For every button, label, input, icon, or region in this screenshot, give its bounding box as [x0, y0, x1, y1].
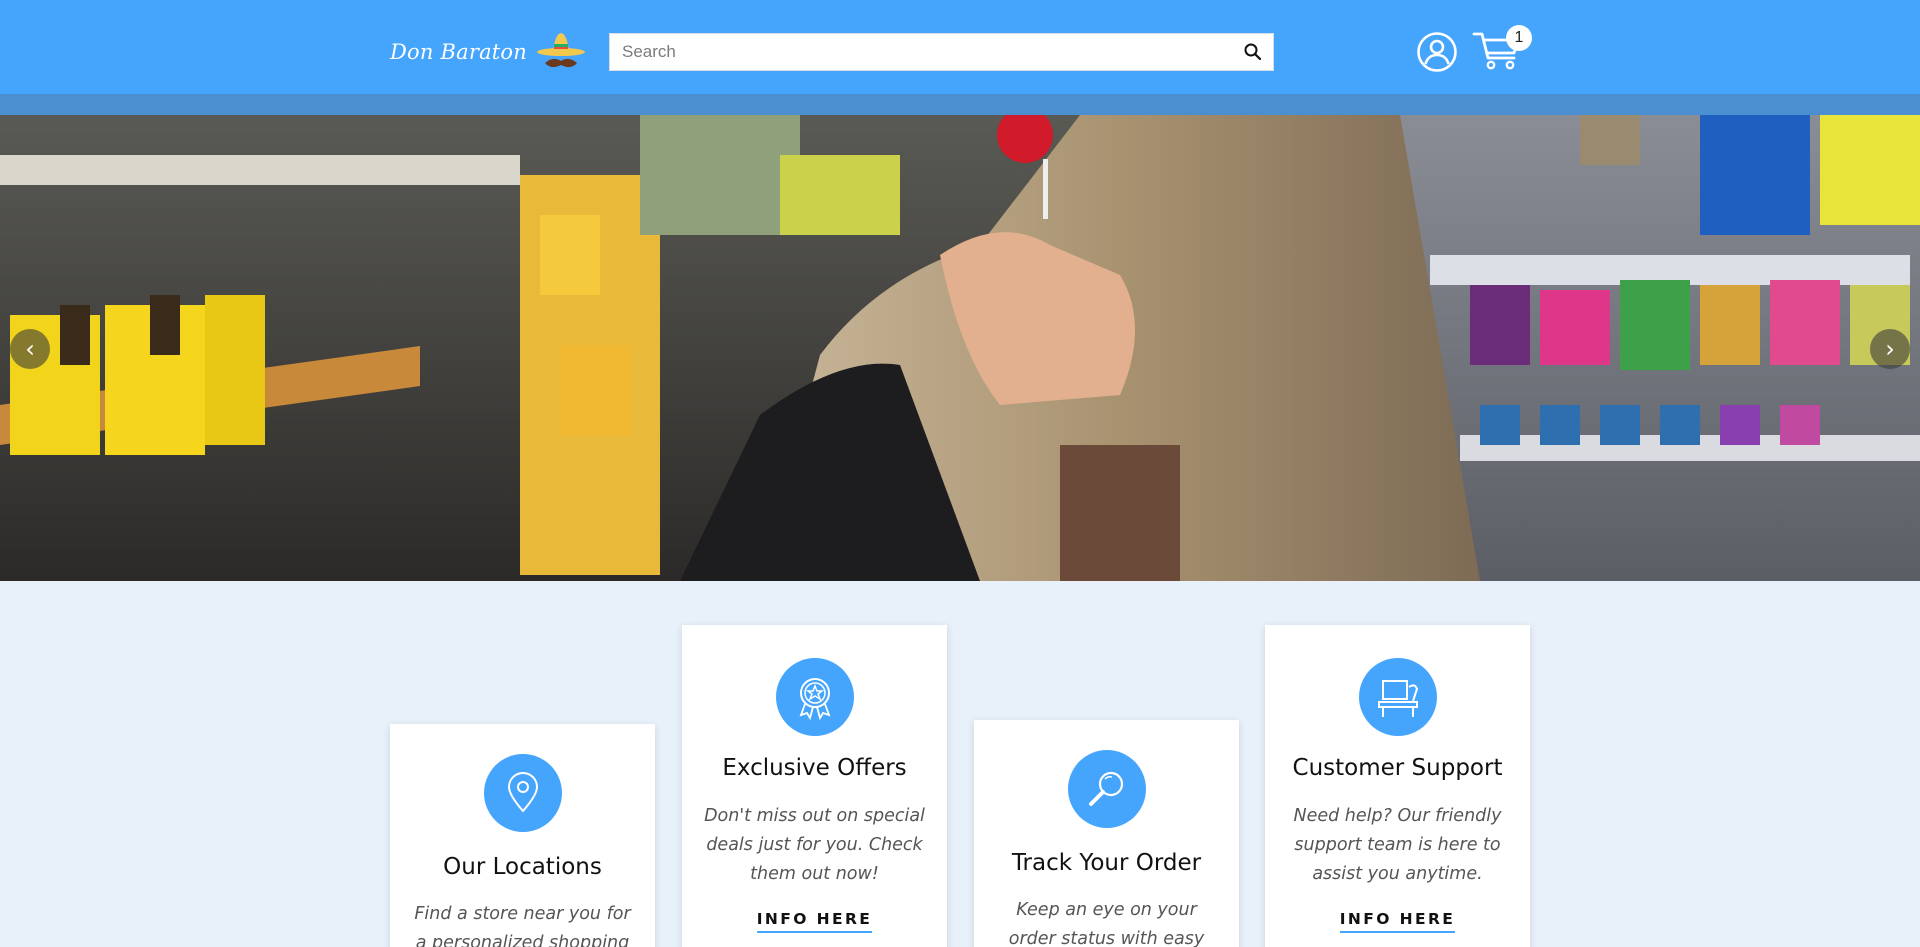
location-pin-icon [507, 772, 539, 813]
brand-logo[interactable]: Don Baraton [390, 30, 587, 74]
cart-count-badge: 1 [1506, 25, 1532, 51]
feature-card-locations: Our Locations Find a store near you for … [390, 724, 655, 947]
magnifier-icon [1089, 771, 1124, 806]
feature-title: Exclusive Offers [722, 755, 907, 781]
sombrero-mustache-icon [537, 33, 585, 68]
feature-card-track: Track Your Order Keep an eye on your ord… [974, 720, 1239, 947]
feature-icon-circle [484, 754, 562, 832]
feature-description: Keep an eye on your order status with ea… [1008, 900, 1205, 947]
search-bar [609, 33, 1274, 71]
carousel-next-button[interactable]: › [1870, 329, 1910, 369]
hero-image [0, 115, 1920, 581]
hero-carousel: ‹ › [0, 115, 1920, 581]
user-account-icon[interactable] [1416, 31, 1458, 73]
header-divider-strip [0, 94, 1920, 115]
desk-support-icon [1378, 680, 1419, 717]
info-link-container: INFO HERE [682, 910, 947, 933]
search-input[interactable] [610, 34, 1230, 70]
feature-icon-circle [1359, 658, 1437, 736]
info-here-link[interactable]: INFO HERE [1339, 910, 1456, 933]
search-icon[interactable] [1243, 42, 1263, 62]
info-link-container: INFO HERE [1265, 910, 1530, 933]
feature-description: Don't miss out on special deals just for… [704, 806, 925, 884]
brand-name: Don Baraton [390, 40, 527, 64]
carousel-prev-button[interactable]: ‹ [10, 329, 50, 369]
feature-title: Track Your Order [1011, 850, 1202, 876]
badge-star-icon [799, 678, 831, 721]
feature-description: Need help? Our friendly support team is … [1293, 806, 1502, 884]
feature-description: Find a store near you for a personalized… [414, 904, 631, 947]
site-header: Don Baraton 1 [0, 0, 1920, 94]
feature-card-offers: Exclusive Offers Don't miss out on speci… [682, 625, 947, 947]
info-here-link[interactable]: INFO HERE [756, 910, 873, 933]
feature-icon-circle [776, 658, 854, 736]
feature-title: Our Locations [443, 854, 602, 880]
feature-card-support: Customer Support Need help? Our friendly… [1265, 625, 1530, 947]
feature-title: Customer Support [1292, 755, 1503, 781]
feature-icon-circle [1068, 750, 1146, 828]
